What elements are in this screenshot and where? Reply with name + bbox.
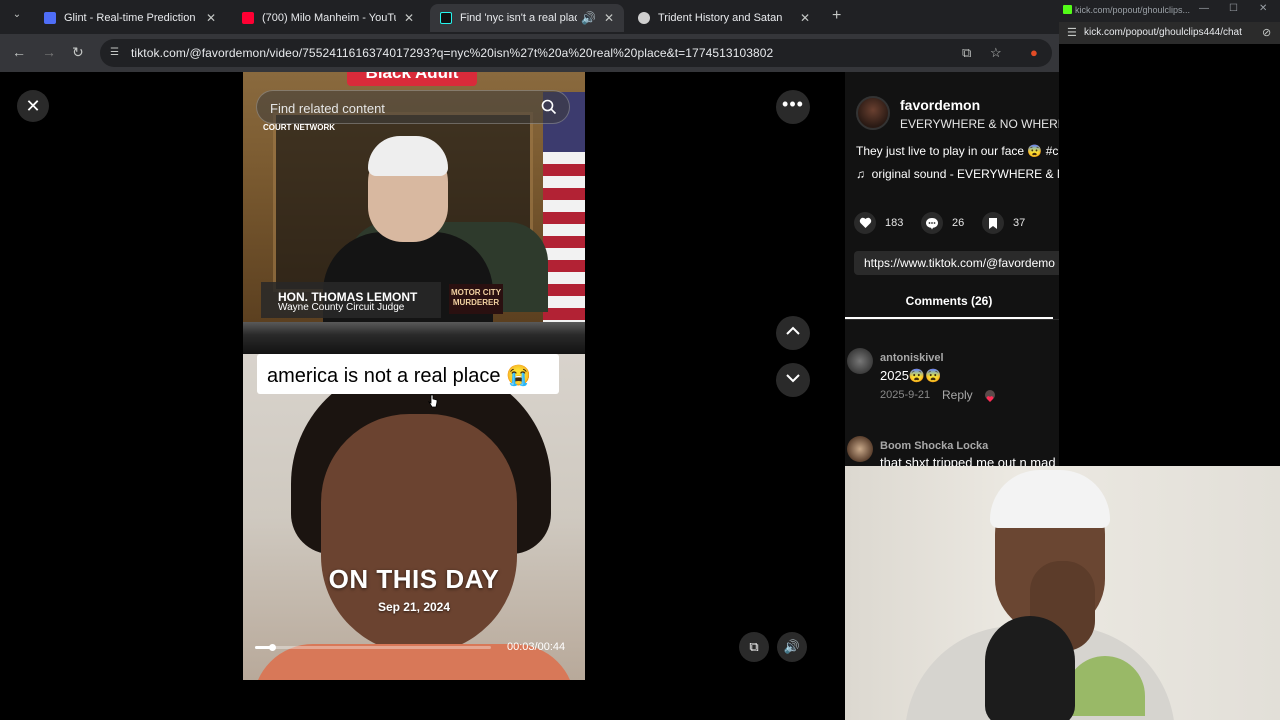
creator-username[interactable]: favordemon [900, 97, 980, 113]
glint-favicon-icon [44, 12, 56, 24]
volume-button[interactable]: 🔊 [777, 632, 807, 662]
on-this-day-date: Sep 21, 2024 [377, 600, 451, 614]
popout-url-text: kick.com/popout/ghoulclips444/chat [1084, 27, 1242, 38]
tab-label: Find 'nyc isn't a real place' [460, 12, 577, 24]
tab-search-button[interactable]: ⌄ [8, 9, 26, 25]
on-this-day-title: ON THIS DAY [328, 564, 500, 594]
site-settings-icon[interactable]: ☰ [1067, 26, 1077, 39]
comment-icon[interactable] [921, 212, 943, 234]
search-placeholder: Find related content [270, 101, 385, 116]
comment-username[interactable]: antoniskivel [880, 352, 944, 364]
url-text: tiktok.com/@favordemon/video/75524116163… [131, 46, 774, 60]
tab-close-icon[interactable]: ✕ [404, 11, 414, 25]
floating-player-button[interactable]: ⧉ [739, 632, 769, 662]
tab-trident[interactable]: Trident History and Satan ✕ [628, 4, 820, 32]
search-icon[interactable] [541, 99, 557, 120]
heart-icon[interactable] [854, 212, 876, 234]
tab-close-icon[interactable]: ✕ [800, 11, 810, 25]
sound-label: original sound - EVERYWHERE & N [871, 167, 1059, 181]
comment-text: that shxt tripped me out n mad [880, 455, 1056, 466]
like-count: 183 [885, 217, 904, 229]
extension-icon[interactable]: ● [1030, 45, 1038, 60]
progress-handle[interactable] [268, 644, 276, 651]
speaker-icon[interactable]: 🔊 [581, 11, 596, 25]
address-bar[interactable]: ☰ tiktok.com/@favordemon/video/755241161… [100, 39, 1052, 67]
comment-reply-button[interactable]: Reply [942, 388, 973, 402]
tab-label: Trident History and Satan [658, 12, 783, 24]
youtube-favicon-icon [242, 12, 254, 24]
more-options-button[interactable]: ••• [776, 90, 810, 124]
creator-avatar[interactable] [856, 96, 890, 130]
install-app-icon[interactable]: ⧉ [962, 45, 971, 61]
comment-avatar[interactable] [847, 436, 873, 462]
tab-label: (700) Milo Manheim - YouTube [262, 12, 396, 24]
tab-youtube[interactable]: (700) Milo Manheim - YouTube ✕ [232, 4, 424, 32]
tab-close-icon[interactable]: ✕ [206, 11, 216, 25]
save-stat[interactable]: 37 [982, 212, 1025, 234]
kick-logo-icon [1063, 5, 1072, 14]
back-button[interactable]: ← [12, 44, 26, 60]
tiktok-favicon-icon [440, 12, 452, 24]
tab-label: Glint - Real-time Prediction Ma [64, 12, 198, 24]
next-video-button[interactable] [776, 363, 810, 397]
comment-avatar[interactable] [847, 348, 873, 374]
page-bottom [0, 680, 845, 720]
caption-text: america is not a real place 😭 [267, 365, 531, 387]
minimize-icon[interactable]: — [1199, 3, 1209, 14]
tab-tiktok[interactable]: Find 'nyc isn't a real place' 🔊 ✕ [430, 4, 624, 32]
video-banner: Black Adult [347, 72, 477, 86]
show-logo: MOTOR CITY MURDERER [449, 284, 503, 314]
close-window-icon[interactable]: ✕ [1259, 3, 1267, 14]
comment-count: 26 [952, 217, 965, 229]
video-time: 00:03/00:44 [507, 641, 566, 653]
music-note-icon: ♫ [856, 167, 865, 181]
new-tab-button[interactable]: + [832, 7, 841, 25]
judge-title: Wayne County Circuit Judge [278, 302, 405, 313]
tab-comments[interactable]: Comments (26) [845, 294, 1053, 308]
like-stat[interactable]: 183 [854, 212, 903, 234]
tab-divider [845, 319, 1059, 320]
post-description: They just live to play in our face 😨 #c [856, 144, 1059, 158]
frame-divider [243, 322, 585, 354]
bookmark-icon[interactable] [982, 212, 1004, 234]
bookmark-star-icon[interactable]: ☆ [990, 45, 1002, 61]
find-related-search[interactable]: Find related content [256, 90, 570, 124]
post-sound[interactable]: ♫ original sound - EVERYWHERE & N [856, 167, 1059, 181]
mouse-cursor-icon [427, 394, 438, 408]
copy-link-field[interactable]: https://www.tiktok.com/@favordemo [854, 251, 1059, 275]
popout-title-bar: kick.com/popout/ghoulclips... — ☐ ✕ [1059, 0, 1280, 22]
video-player[interactable]: Black Adult COURT NETWORK HON. THOMAS LE… [243, 72, 585, 680]
tab-glint[interactable]: Glint - Real-time Prediction Ma ✕ [34, 4, 226, 32]
court-network-logo: COURT NETWORK [263, 123, 335, 132]
comment-text: 2025😨😨 [880, 368, 942, 383]
webcam-overlay [845, 466, 1280, 720]
caption-box: america is not a real place 😭 [257, 354, 559, 394]
popout-title: kick.com/popout/ghoulclips... [1075, 5, 1191, 15]
save-count: 37 [1013, 217, 1026, 229]
reload-button[interactable]: ↻ [72, 44, 84, 61]
post-info-panel: favordemon EVERYWHERE & NO WHERE - They … [845, 72, 1059, 466]
site-settings-icon[interactable]: ☰ [110, 47, 122, 59]
popout-body [1059, 44, 1280, 466]
popout-url-bar: ☰ kick.com/popout/ghoulclips444/chat ⊘ [1059, 22, 1280, 44]
chatgpt-favicon-icon [638, 12, 650, 24]
tab-close-icon[interactable]: ✕ [604, 11, 614, 25]
tab-strip: ⌄ Glint - Real-time Prediction Ma ✕ (700… [0, 0, 1059, 34]
close-video-button[interactable]: ✕ [17, 90, 49, 122]
comment-stat[interactable]: 26 [921, 212, 964, 234]
maximize-icon[interactable]: ☐ [1229, 3, 1238, 14]
navigation-bar: ← → ↻ ☰ tiktok.com/@favordemon/video/755… [0, 34, 1059, 72]
creator-nickname: EVERYWHERE & NO WHERE - [900, 117, 1059, 131]
creator-liked-icon [983, 389, 997, 403]
comment-username[interactable]: Boom Shocka Locka [880, 440, 988, 452]
comment-date: 2025-9-21 [880, 389, 931, 401]
previous-video-button[interactable] [776, 316, 810, 350]
video-progress-bar[interactable] [255, 644, 491, 651]
reaction-frame [243, 354, 585, 680]
eye-off-icon[interactable]: ⊘ [1262, 26, 1271, 39]
forward-button[interactable]: → [42, 44, 56, 60]
